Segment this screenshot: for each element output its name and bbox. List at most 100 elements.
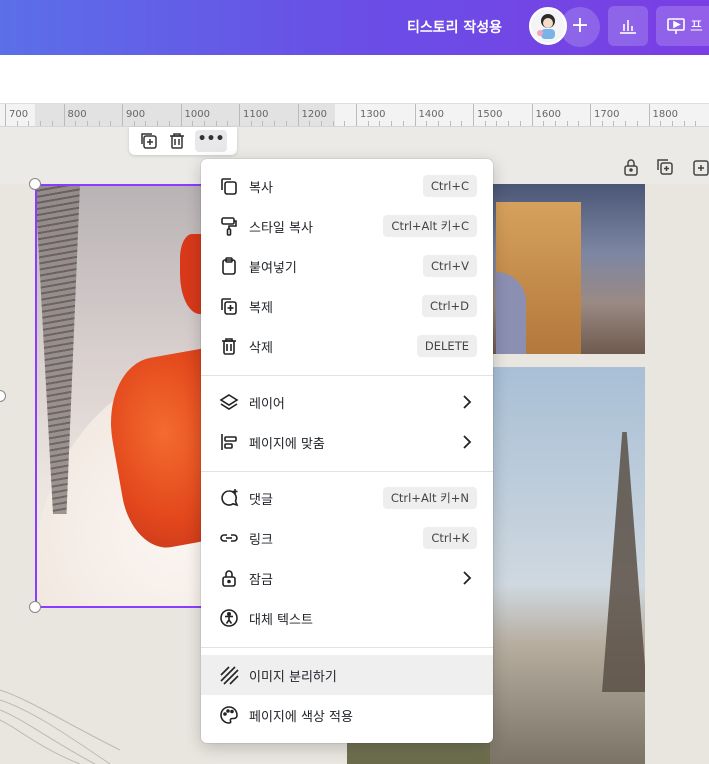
menu-item-delete[interactable]: 삭제 DELETE (201, 326, 493, 366)
ruler-minor-tick (309, 121, 311, 126)
ruler-minor-tick (227, 121, 229, 126)
ruler-tick-label: 700 (9, 109, 29, 120)
ruler-minor-tick (285, 121, 287, 126)
present-label: 프 (690, 19, 703, 35)
chevron-right-icon (463, 571, 472, 585)
menu-divider (201, 647, 493, 648)
link-icon (218, 527, 240, 549)
chevron-right-icon (463, 395, 472, 409)
ruler-minor-tick (461, 121, 463, 126)
ruler-tick-line (122, 104, 123, 126)
menu-item-comment[interactable]: 댓글 Ctrl+Alt 키+N (201, 478, 493, 518)
ruler-minor-tick (215, 121, 217, 126)
ruler-tick-label: 1200 (301, 109, 327, 120)
ruler-tick-line (414, 104, 416, 126)
align-icon (218, 431, 240, 453)
arch-opening (496, 272, 526, 354)
copy-icon (218, 175, 240, 197)
ruler-minor-tick (578, 121, 580, 126)
ruler-minor-tick (625, 121, 627, 126)
present-button[interactable]: 프 (656, 6, 709, 46)
ruler-minor-tick (98, 121, 100, 126)
ruler-minor-tick (51, 121, 53, 126)
add-page-icon[interactable] (139, 131, 159, 151)
ruler-minor-tick (601, 121, 603, 126)
shortcut-badge: Ctrl+K (423, 527, 477, 549)
ruler-tick-label: 1100 (243, 109, 269, 120)
menu-item-detach-image[interactable]: 이미지 분리하기 (201, 655, 493, 695)
lock-icon[interactable] (621, 157, 641, 177)
duplicate-page-icon[interactable] (655, 157, 675, 177)
menu-item-lock[interactable]: 잠금 (201, 558, 493, 598)
duplicate-icon (218, 295, 240, 317)
ruler-minor-tick (168, 121, 170, 126)
ruler-minor-tick (449, 121, 451, 126)
ruler-minor-tick (274, 121, 276, 126)
more-options-button[interactable]: ••• (195, 130, 227, 152)
image-eiffel-tower[interactable] (490, 367, 645, 764)
menu-item-label: 레이어 (249, 396, 285, 412)
decorative-lines (0, 689, 120, 764)
eiffel-silhouette (602, 432, 645, 692)
chevron-right-icon (463, 435, 472, 449)
ruler: 700 800 900 1000 1100 1200 1300 1400 1500 1600 170… (0, 103, 709, 127)
add-page-icon[interactable] (689, 157, 709, 177)
ruler-minor-tick (110, 121, 112, 126)
arch-shape (496, 202, 581, 354)
shortcut-badge: Ctrl+Alt 키+N (382, 487, 477, 509)
ruler-minor-tick (75, 121, 77, 126)
menu-item-label: 복제 (249, 300, 273, 316)
menu-item-label: 스타일 복사 (249, 220, 313, 236)
add-collaborator-button[interactable]: + (560, 7, 600, 47)
trash-icon[interactable] (167, 131, 187, 151)
menu-item-copy[interactable]: 복사 Ctrl+C (201, 166, 493, 206)
menu-item-label: 댓글 (249, 492, 273, 508)
menu-item-alt-text[interactable]: 대체 텍스트 (201, 598, 493, 638)
ruler-tick-label: 1800 (652, 109, 678, 120)
menu-item-label: 링크 (249, 532, 273, 548)
toolbar-area (0, 55, 709, 103)
ruler-minor-tick (391, 121, 393, 126)
ruler-tick-line (531, 104, 533, 126)
ruler-minor-tick (203, 121, 205, 126)
image-arc-de-triomphe[interactable] (490, 184, 645, 354)
ruler-tick-line (473, 104, 474, 126)
design-title[interactable]: 티스토리 작성용 (407, 17, 502, 37)
ruler-tick-label: 900 (126, 109, 146, 120)
ruler-tick-label: 1400 (418, 109, 444, 120)
menu-item-align-to-page[interactable]: 페이지에 맞춤 (201, 422, 493, 462)
ruler-minor-tick (379, 121, 381, 126)
resize-handle-bottom-left[interactable] (29, 601, 41, 613)
ruler-minor-tick (566, 121, 568, 126)
element-toolbar: ••• (129, 127, 237, 155)
ruler-minor-tick (145, 121, 147, 126)
bar-chart-icon (620, 20, 636, 34)
palette-icon (218, 704, 240, 726)
menu-item-layer[interactable]: 레이어 (201, 382, 493, 422)
insights-button[interactable] (608, 6, 648, 46)
ruler-minor-tick (192, 121, 194, 126)
ruler-minor-tick (320, 121, 322, 126)
layers-icon (218, 391, 240, 413)
menu-item-paste[interactable]: 붙여넣기 Ctrl+V (201, 246, 493, 286)
menu-item-duplicate[interactable]: 복제 Ctrl+D (201, 286, 493, 326)
ruler-minor-tick (683, 121, 685, 126)
ruler-minor-tick (437, 121, 439, 126)
ruler-tick-label: 1300 (360, 109, 386, 120)
menu-item-copy-style[interactable]: 스타일 복사 Ctrl+Alt 키+C (201, 206, 493, 246)
ruler-minor-tick (519, 121, 521, 126)
shortcut-badge: Ctrl+V (423, 255, 477, 277)
menu-item-link[interactable]: 링크 Ctrl+K (201, 518, 493, 558)
ruler-tick-line (590, 104, 591, 126)
lock-icon (218, 567, 240, 589)
ruler-minor-tick (660, 121, 662, 126)
trash-icon (218, 335, 240, 357)
ruler-minor-tick (16, 121, 18, 126)
menu-item-apply-colors[interactable]: 페이지에 색상 적용 (201, 695, 493, 735)
ruler-minor-tick (426, 121, 428, 126)
ruler-tick-label: 800 (67, 109, 87, 120)
paint-roller-icon (218, 215, 240, 237)
ruler-minor-tick (367, 121, 369, 126)
ruler-minor-tick (508, 121, 510, 126)
resize-handle-top-left[interactable] (29, 178, 41, 190)
